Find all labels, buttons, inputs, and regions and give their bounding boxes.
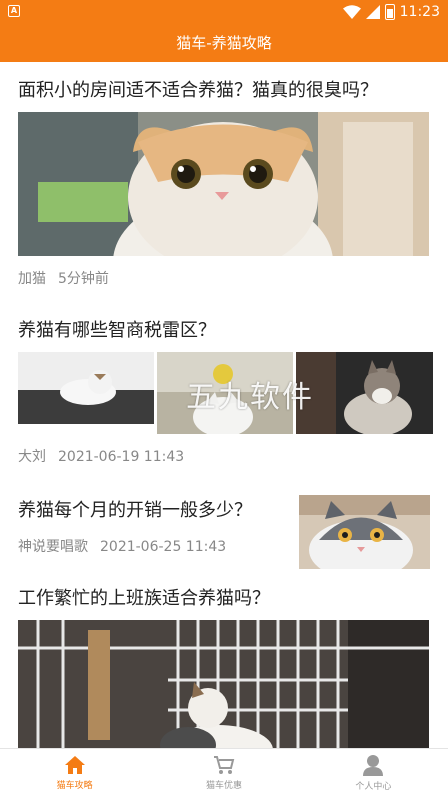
article-author: 神说要唱歌 <box>18 539 88 555</box>
tab-guide[interactable]: 猫车攻略 <box>0 749 149 796</box>
article-meta: 大刘 2021-06-19 11:43 <box>18 446 184 466</box>
article-time: 5分钟前 <box>58 271 109 287</box>
article-title[interactable]: 养猫有哪些智商税雷区？ <box>18 316 216 342</box>
app-title: 猫车-养猫攻略 <box>0 24 448 62</box>
tab-profile[interactable]: 个人中心 <box>299 749 448 796</box>
tab-deals[interactable]: 猫车优惠 <box>149 749 298 796</box>
article-feed[interactable]: 面积小的房间适不适合养猫？猫真的很臭吗？ 加猫 5分钟前 养猫有哪些智商税雷区？… <box>0 62 448 748</box>
tab-label: 个人中心 <box>355 781 392 792</box>
person-icon <box>363 754 384 776</box>
article-cover-image[interactable] <box>18 620 429 748</box>
tab-label: 猫车攻略 <box>56 780 93 791</box>
status-icons: 11:23 <box>342 2 440 22</box>
article-meta: 神说要唱歌 2021-06-25 11:43 <box>18 536 226 556</box>
signal-icon <box>365 5 380 19</box>
article-cover-image[interactable] <box>18 112 429 256</box>
bottom-tab-bar: 猫车攻略 猫车优惠 个人中心 <box>0 748 448 796</box>
tab-label: 猫车优惠 <box>205 780 242 791</box>
article-time: 2021-06-19 11:43 <box>58 449 185 465</box>
cart-icon <box>213 755 235 774</box>
status-time: 11:23 <box>399 4 440 20</box>
article-title[interactable]: 工作繁忙的上班族适合养猫吗？ <box>18 584 270 610</box>
article-time: 2021-06-25 11:43 <box>100 539 227 555</box>
battery-icon <box>384 4 395 20</box>
article-author: 大刘 <box>18 449 46 465</box>
notification-icon: A <box>8 5 20 17</box>
wifi-icon <box>342 5 361 19</box>
article-title[interactable]: 面积小的房间适不适合养猫？猫真的很臭吗？ <box>18 76 378 102</box>
article-thumbnail[interactable] <box>296 352 433 434</box>
article-author: 加猫 <box>18 271 46 287</box>
article-thumbnail[interactable] <box>18 352 154 424</box>
watermark: 五九软件 <box>186 380 314 415</box>
article-meta: 加猫 5分钟前 <box>18 268 109 288</box>
article-title[interactable]: 养猫每个月的开销一般多少？ <box>18 496 252 522</box>
article-thumbnail[interactable] <box>299 495 430 569</box>
status-bar: A 11:23 <box>0 0 448 24</box>
home-icon <box>64 755 85 774</box>
